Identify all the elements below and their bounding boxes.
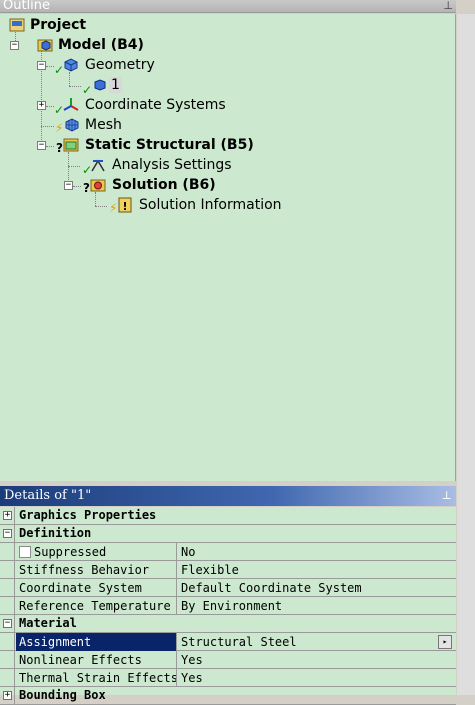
collapse-icon[interactable]: − [64,181,73,190]
property-value[interactable]: By Environment [181,597,282,615]
tree-connector [69,72,70,86]
property-row-thermal-strain-effects[interactable]: Thermal Strain Effects Yes [0,669,456,687]
row-gutter [0,597,15,615]
solution-icon [90,179,106,192]
property-row-coordinate-system[interactable]: Coordinate System Default Coordinate Sys… [0,579,456,597]
property-row-stiffness-behavior[interactable]: Stiffness Behavior Flexible [0,561,456,579]
row-gutter [0,579,15,597]
property-name: Reference Temperature [16,597,177,615]
tree-label: Model (B4) [58,37,144,53]
question-icon: ? [56,141,63,155]
tree-connector [69,86,81,87]
property-row-reference-temperature[interactable]: Reference Temperature By Environment [0,597,456,615]
svg-text:!: ! [122,200,127,213]
mesh-icon [65,118,79,132]
check-icon: ✓ [82,83,93,97]
collapse-icon[interactable]: − [3,619,12,628]
row-gutter: − [0,525,15,543]
tree-label: Mesh [85,117,122,133]
row-gutter: + [0,507,15,525]
property-value[interactable]: Structural Steel [181,633,297,651]
expand-icon[interactable]: + [3,691,12,700]
category-label: Definition [19,526,92,540]
property-name: Coordinate System [16,579,177,597]
outline-tree: Project − Model (B4) − ✓ Geometry ✓ 1 + … [0,14,456,481]
suppressed-checkbox[interactable] [19,546,31,558]
property-value[interactable]: Yes [181,651,203,669]
tree-label: Static Structural (B5) [85,137,254,153]
question-icon: ? [83,181,90,195]
solution-information-icon: ! [118,197,132,213]
category-label: Graphics Properties [19,508,157,522]
property-name: Assignment [16,633,177,651]
property-value[interactable]: Default Coordinate System [181,579,362,597]
tree-connector [46,146,54,147]
tree-connector [46,66,54,67]
tree-label: Solution Information [139,197,282,213]
property-name: Stiffness Behavior [16,561,177,579]
collapse-icon[interactable]: − [37,141,46,150]
row-gutter [0,543,15,561]
static-structural-icon [63,138,79,152]
tree-label: Geometry [85,57,155,73]
coordinate-systems-icon [63,98,79,111]
row-gutter [0,633,15,651]
project-icon [9,18,25,32]
row-gutter: + [0,687,15,705]
details-grid: + Graphics Properties − Definition Suppr… [0,507,456,705]
scrollbar-area[interactable] [457,14,475,695]
details-title: Details of "1" [4,488,92,503]
pin-icon[interactable]: ⊥ [443,0,453,12]
analysis-settings-icon [91,159,105,172]
tree-connector [41,126,54,127]
body-icon [94,79,106,91]
category-graphics-properties[interactable]: + Graphics Properties [0,507,456,525]
tree-label: Coordinate Systems [85,97,226,113]
tree-connector [68,166,80,167]
property-row-nonlinear-effects[interactable]: Nonlinear Effects Yes [0,651,456,669]
tree-connector [46,106,54,107]
property-label: Suppressed [34,545,107,559]
property-value[interactable]: Flexible [181,561,239,579]
tree-label: Analysis Settings [112,157,232,173]
tree-connector [95,192,96,206]
category-label: Material [19,616,77,630]
details-title-bar: Details of "1" ⊥ [0,486,456,506]
outline-title: Outline [3,0,51,13]
collapse-icon[interactable]: − [37,61,46,70]
lightning-icon: ⚡ [55,121,64,135]
property-name: Thermal Strain Effects [16,669,177,687]
category-bounding-box[interactable]: + Bounding Box [0,687,456,705]
property-row-assignment[interactable]: Assignment Structural Steel ▸ [0,633,456,651]
geometry-icon [64,58,78,72]
outline-title-bar: Outline ⊥ [0,0,456,13]
tree-connector [95,206,107,207]
tree-connector [73,186,81,187]
tree-label: Solution (B6) [112,177,216,193]
property-row-suppressed[interactable]: Suppressed No [0,543,456,561]
model-icon [37,39,53,52]
dropdown-arrow-icon[interactable]: ▸ [438,635,452,649]
tree-label: Project [30,17,87,33]
property-value[interactable]: Yes [181,669,203,687]
property-value[interactable]: No [181,543,195,561]
category-definition[interactable]: − Definition [0,525,456,543]
collapse-icon[interactable]: − [3,529,12,538]
property-name: Nonlinear Effects [16,651,177,669]
category-label: Bounding Box [19,688,106,702]
pin-icon[interactable]: ⊥ [442,486,452,506]
category-material[interactable]: − Material [0,615,456,633]
property-name: Suppressed [16,543,177,561]
tree-label: 1 [109,77,122,93]
row-gutter [0,651,15,669]
collapse-icon[interactable]: − [10,41,19,50]
expand-icon[interactable]: + [37,101,46,110]
row-gutter [0,561,15,579]
expand-icon[interactable]: + [3,511,12,520]
row-gutter: − [0,615,15,633]
row-gutter [0,669,15,687]
